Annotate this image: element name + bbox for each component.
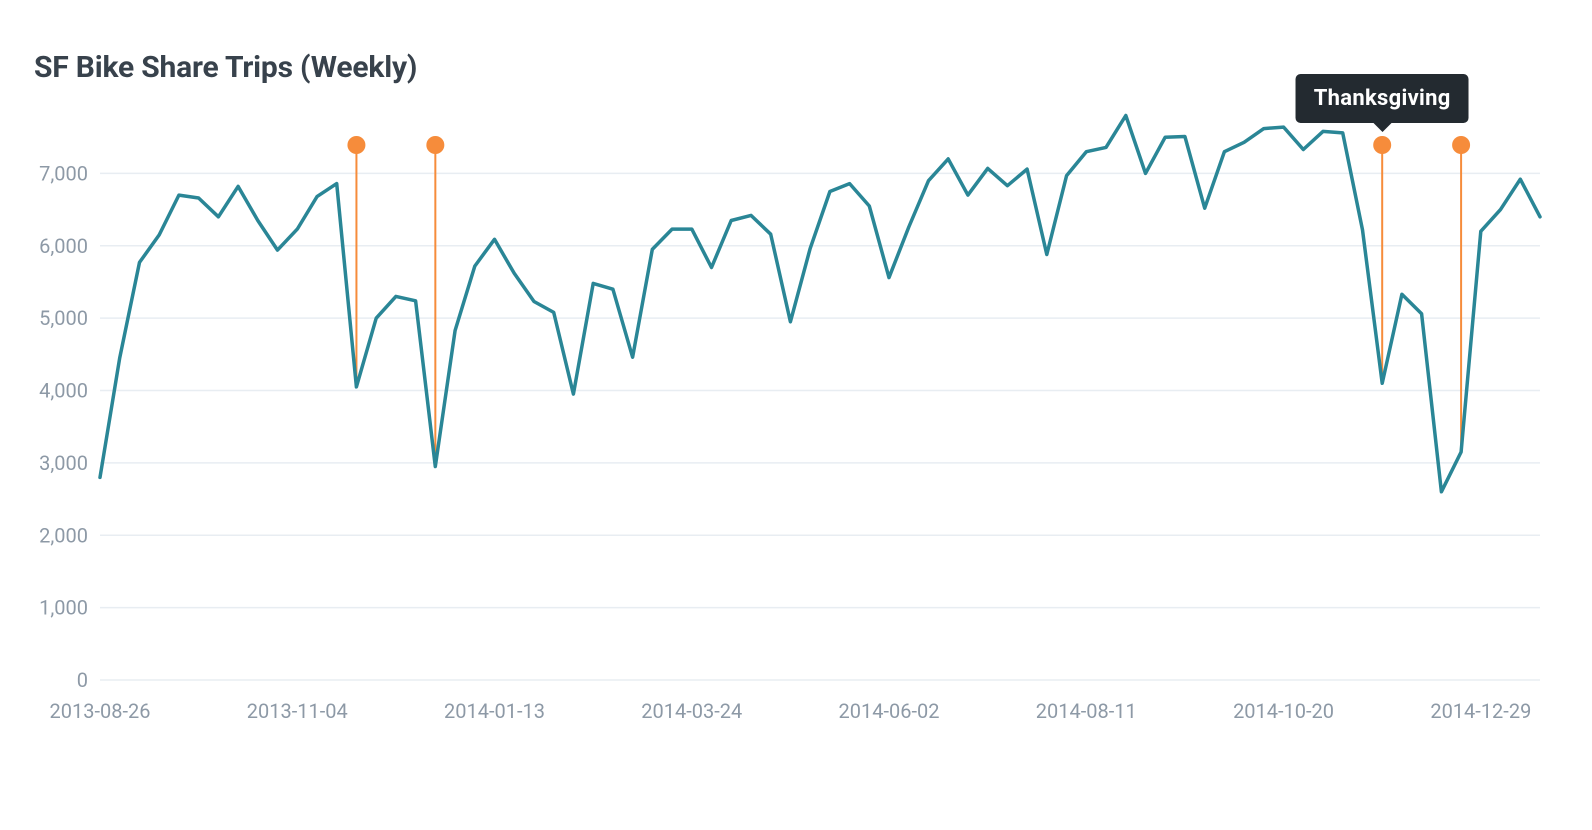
y-tick-label: 3,000 bbox=[39, 451, 88, 475]
x-tick-label: 2014-08-11 bbox=[1036, 699, 1137, 723]
y-tick-label: 0 bbox=[77, 668, 88, 692]
x-tick-label: 2014-06-02 bbox=[839, 699, 940, 723]
annotation-dot-icon[interactable] bbox=[426, 136, 444, 154]
y-tick-label: 2,000 bbox=[39, 523, 88, 547]
y-tick-label: 5,000 bbox=[39, 306, 88, 330]
y-tick-label: 4,000 bbox=[39, 379, 88, 403]
tooltip-label: Thanksgiving bbox=[1314, 86, 1451, 111]
annotation-marker[interactable] bbox=[1452, 136, 1470, 452]
y-tick-label: 1,000 bbox=[39, 596, 88, 620]
chart-container: SF Bike Share Trips (Weekly) 01,0002,000… bbox=[0, 0, 1592, 830]
annotations bbox=[347, 136, 1470, 467]
line-chart[interactable]: 0 1,000 2,000 3,000 4,000 5,000 6,000 7,000 201… bbox=[0, 0, 1592, 830]
x-tick-label: 2013-08-26 bbox=[50, 699, 151, 723]
y-tick-label: 6,000 bbox=[39, 234, 88, 258]
trips-series-line bbox=[100, 116, 1540, 492]
y-axis: 0 1,000 2,000 3,000 4,000 5,000 6,000 7,000 bbox=[39, 161, 1540, 692]
annotation-tooltip: Thanksgiving bbox=[1296, 74, 1469, 123]
annotation-dot-icon[interactable] bbox=[347, 136, 365, 154]
y-tick-label: 7,000 bbox=[39, 161, 88, 185]
x-tick-label: 2013-11-04 bbox=[247, 699, 348, 723]
annotation-dot-icon[interactable] bbox=[1452, 136, 1470, 154]
x-tick-label: 2014-03-24 bbox=[641, 699, 742, 723]
x-tick-label: 2014-10-20 bbox=[1233, 699, 1334, 723]
x-axis: 2013-08-26 2013-11-04 2014-01-13 2014-03-24… bbox=[50, 699, 1532, 723]
x-tick-label: 2014-12-29 bbox=[1430, 699, 1531, 723]
x-tick-label: 2014-01-13 bbox=[444, 699, 545, 723]
